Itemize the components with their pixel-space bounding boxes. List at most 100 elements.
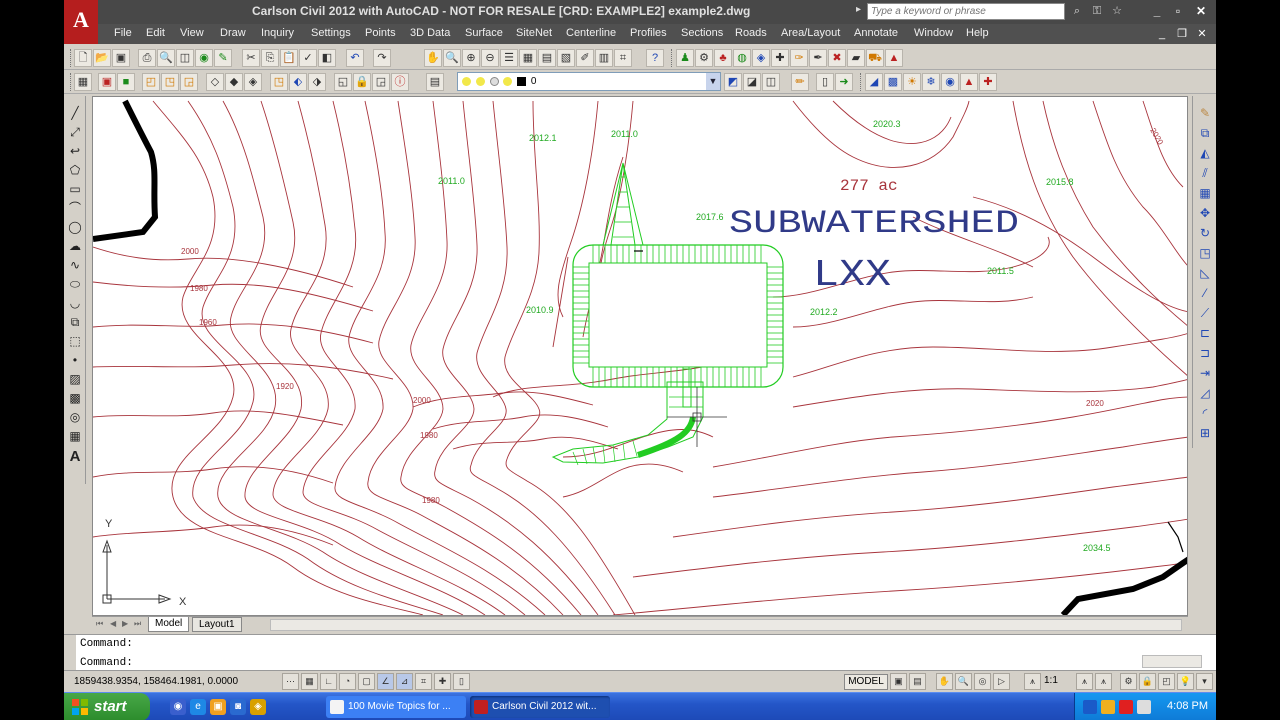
zoom-realtime-icon[interactable]: 🔍: [443, 49, 461, 67]
render-icon[interactable]: ◉: [941, 73, 959, 91]
stretch-icon[interactable]: ◺: [1196, 264, 1214, 282]
taskbar-item-active[interactable]: Carlson Civil 2012 wit...: [470, 696, 610, 718]
layer-tool-3-icon[interactable]: ◲: [180, 73, 198, 91]
carlson-truck-icon[interactable]: ⛟: [866, 49, 884, 67]
showmotion-icon[interactable]: ▷: [993, 673, 1010, 690]
layer-unlock-icon[interactable]: [489, 76, 499, 86]
design-center-icon[interactable]: ▦: [519, 49, 537, 67]
help-icon[interactable]: ?: [646, 49, 664, 67]
taskbar-item[interactable]: 100 Movie Topics for ...: [326, 696, 466, 718]
rectangle-icon[interactable]: ▭: [66, 180, 84, 198]
break-icon[interactable]: ⊐: [1196, 344, 1214, 362]
quickcalc-icon[interactable]: ▥: [595, 49, 613, 67]
spline-icon[interactable]: ∿: [66, 256, 84, 274]
layer-iso-icon[interactable]: ◈: [244, 73, 262, 91]
export-icon[interactable]: ➜: [835, 73, 853, 91]
steering-wheel-icon[interactable]: ◎: [974, 673, 991, 690]
layer-match-icon[interactable]: ◱: [334, 73, 352, 91]
tab-model[interactable]: Model: [148, 617, 190, 632]
print-preview-icon[interactable]: 🔍: [157, 49, 175, 67]
ortho-toggle[interactable]: ∟: [320, 673, 337, 690]
polygon-icon[interactable]: ⬠: [66, 161, 84, 179]
menu-view[interactable]: View: [180, 27, 204, 39]
menu-points[interactable]: Points: [365, 27, 396, 39]
menu-sections[interactable]: Sections: [681, 27, 723, 39]
pan-status-icon[interactable]: ✋: [936, 673, 953, 690]
quicklaunch-app-icon[interactable]: ◙: [230, 699, 246, 715]
menu-sitenet[interactable]: SiteNet: [516, 27, 552, 39]
menu-profiles[interactable]: Profiles: [630, 27, 667, 39]
toolbar-grip[interactable]: [70, 73, 73, 91]
snowflake-icon[interactable]: ❄: [922, 73, 940, 91]
next-tab-icon[interactable]: ▶: [122, 619, 128, 628]
triangle-icon[interactable]: ◢: [865, 73, 883, 91]
layer-walk-icon[interactable]: ◲: [372, 73, 390, 91]
carlson-globe-icon[interactable]: ◍: [733, 49, 751, 67]
doc-minimize-button[interactable]: _: [1154, 27, 1170, 41]
green-box-icon[interactable]: ■: [117, 73, 135, 91]
rotate-icon[interactable]: ↻: [1196, 224, 1214, 242]
horizontal-scrollbar[interactable]: [270, 619, 1182, 631]
layer-vp-icon[interactable]: [503, 76, 513, 86]
layer-lock-icon[interactable]: 🔒: [353, 73, 371, 91]
carlson-hydro-icon[interactable]: ✚: [771, 49, 789, 67]
insert-block-icon[interactable]: ⧉: [66, 313, 84, 331]
toolbar-grip[interactable]: [671, 49, 674, 67]
move-icon[interactable]: ✥: [1196, 204, 1214, 222]
erase-icon[interactable]: ✎: [1196, 104, 1214, 122]
dbconnect-icon[interactable]: ⌗: [614, 49, 632, 67]
undo-icon[interactable]: ↶: [346, 49, 364, 67]
menu-edit[interactable]: Edit: [146, 27, 165, 39]
make-block-icon[interactable]: ⬚: [66, 332, 84, 350]
copy-object-icon[interactable]: ⧉: [1196, 124, 1214, 142]
scale-icon[interactable]: ◳: [1196, 244, 1214, 262]
tab-layout1[interactable]: Layout1: [192, 617, 242, 632]
quicklaunch-app-icon[interactable]: ◈: [250, 699, 266, 715]
tray-arrow-icon[interactable]: [1083, 700, 1097, 714]
layer-thaw-icon[interactable]: [475, 76, 485, 86]
chamfer-icon[interactable]: ◿: [1196, 384, 1214, 402]
menu-annotate[interactable]: Annotate: [854, 27, 898, 39]
ie-icon[interactable]: e: [190, 699, 206, 715]
maximize-button[interactable]: ▫: [1169, 3, 1187, 20]
offset-icon[interactable]: ⫽: [1196, 164, 1214, 182]
zoom-previous-icon[interactable]: ⊖: [481, 49, 499, 67]
first-tab-icon[interactable]: ⏮: [96, 619, 103, 629]
cut-icon[interactable]: ✂: [242, 49, 260, 67]
osnap-toggle[interactable]: ▢: [358, 673, 375, 690]
start-button[interactable]: start: [64, 693, 150, 720]
carlson-surveyor-icon[interactable]: ♟: [676, 49, 694, 67]
match-properties-icon[interactable]: ✓: [299, 49, 317, 67]
search-icon[interactable]: ⌕: [1068, 3, 1086, 20]
toolbar-grip[interactable]: [70, 49, 73, 67]
coordinate-readout[interactable]: 1859438.9354, 158464.1981, 0.0000: [74, 676, 238, 687]
table-icon[interactable]: ▦: [66, 427, 84, 445]
volume-icon[interactable]: [1137, 700, 1151, 714]
print-icon[interactable]: ⎙: [138, 49, 156, 67]
save-icon[interactable]: ▣: [112, 49, 130, 67]
new-icon[interactable]: 🗋: [74, 49, 92, 67]
menu-window[interactable]: Window: [914, 27, 953, 39]
tool-palettes-icon[interactable]: ▤: [538, 49, 556, 67]
snap-toggle[interactable]: ⋯: [282, 673, 299, 690]
open-icon[interactable]: 📂: [93, 49, 111, 67]
menu-inquiry[interactable]: Inquiry: [261, 27, 294, 39]
polyline-icon[interactable]: ↩: [66, 142, 84, 160]
ducs-toggle[interactable]: ⊿: [396, 673, 413, 690]
command-scrollbar[interactable]: [1142, 655, 1202, 668]
make-current-icon[interactable]: ◩: [724, 73, 742, 91]
layer-off-icon[interactable]: ◆: [225, 73, 243, 91]
doc-close-button[interactable]: ✕: [1194, 27, 1210, 41]
point-icon[interactable]: •: [66, 351, 84, 369]
menu-roads[interactable]: Roads: [735, 27, 767, 39]
ellipse-arc-icon[interactable]: ◡: [66, 294, 84, 312]
menu-centerline[interactable]: Centerline: [566, 27, 616, 39]
menu-area-layout[interactable]: Area/Layout: [781, 27, 840, 39]
carlson-stake-icon[interactable]: ✑: [790, 49, 808, 67]
show-desktop-icon[interactable]: ◉: [170, 699, 186, 715]
mirror-icon[interactable]: ◭: [1196, 144, 1214, 162]
toolbar-lock-icon[interactable]: 🔒: [1139, 673, 1156, 690]
infocenter-arrow-icon[interactable]: ▸: [856, 4, 861, 15]
ellipse-icon[interactable]: ⬭: [66, 275, 84, 293]
isolate-objects-icon[interactable]: 💡: [1177, 673, 1194, 690]
